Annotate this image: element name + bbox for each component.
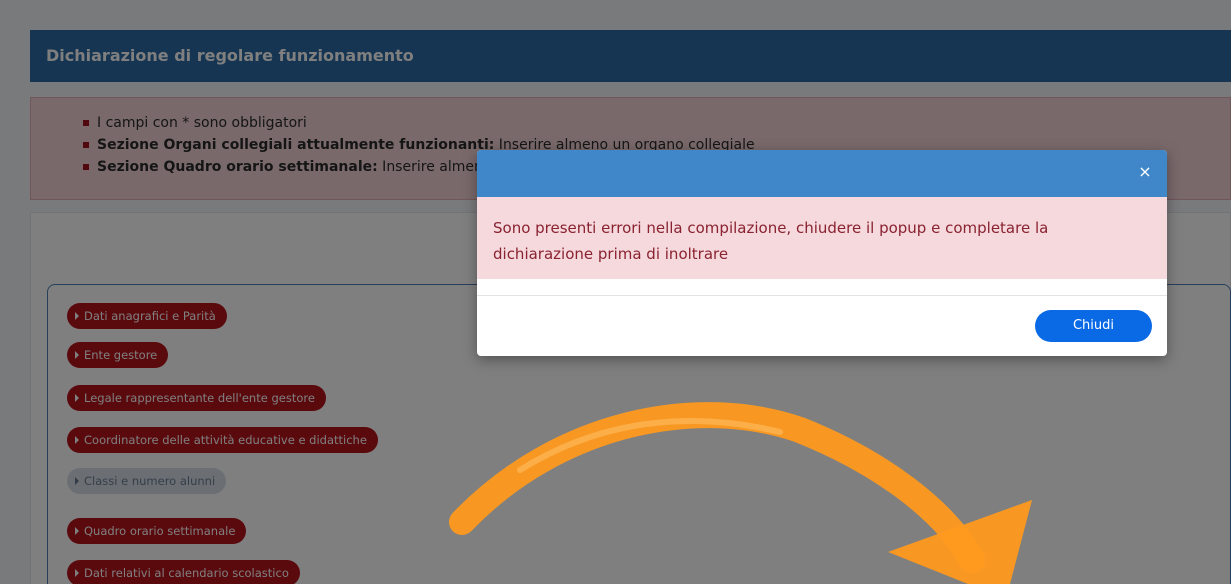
close-button[interactable]: Chiudi [1035, 310, 1152, 342]
error-modal: × Sono presenti errori nella compilazion… [477, 150, 1167, 356]
modal-header: × [477, 150, 1167, 197]
modal-divider [477, 295, 1167, 296]
modal-error-message: Sono presenti errori nella compilazione,… [477, 197, 1167, 279]
close-icon[interactable]: × [1137, 164, 1153, 180]
arrowhead [888, 500, 1032, 584]
arrow-stroke [449, 402, 985, 573]
